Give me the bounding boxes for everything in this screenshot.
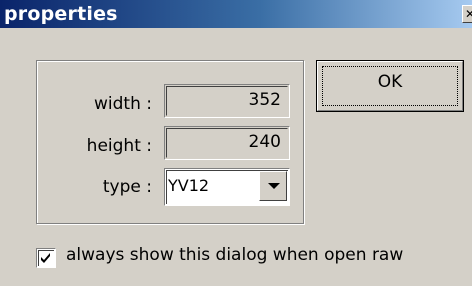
always-show-checkbox[interactable] <box>36 248 56 268</box>
check-icon <box>41 253 50 263</box>
width-value: 352 <box>248 90 281 110</box>
close-button[interactable]: ✕ <box>462 5 472 23</box>
ok-button[interactable]: OK <box>316 60 464 112</box>
close-icon: ✕ <box>465 7 472 21</box>
type-select[interactable]: YV12 <box>164 168 290 206</box>
type-value: YV12 <box>168 176 210 195</box>
height-field: 240 <box>164 126 290 160</box>
always-show-label: always show this dialog when open raw <box>66 245 404 265</box>
height-label: height : <box>86 136 152 156</box>
width-field: 352 <box>164 84 290 118</box>
chevron-down-icon <box>268 183 280 189</box>
width-label: width : <box>94 94 152 114</box>
ok-button-label: OK <box>377 72 403 92</box>
type-label: type : <box>102 177 152 197</box>
height-value: 240 <box>248 132 281 152</box>
type-dropdown-button[interactable] <box>259 171 287 201</box>
title-bar: properties ✕ <box>0 0 472 28</box>
window-title: properties <box>4 3 118 25</box>
